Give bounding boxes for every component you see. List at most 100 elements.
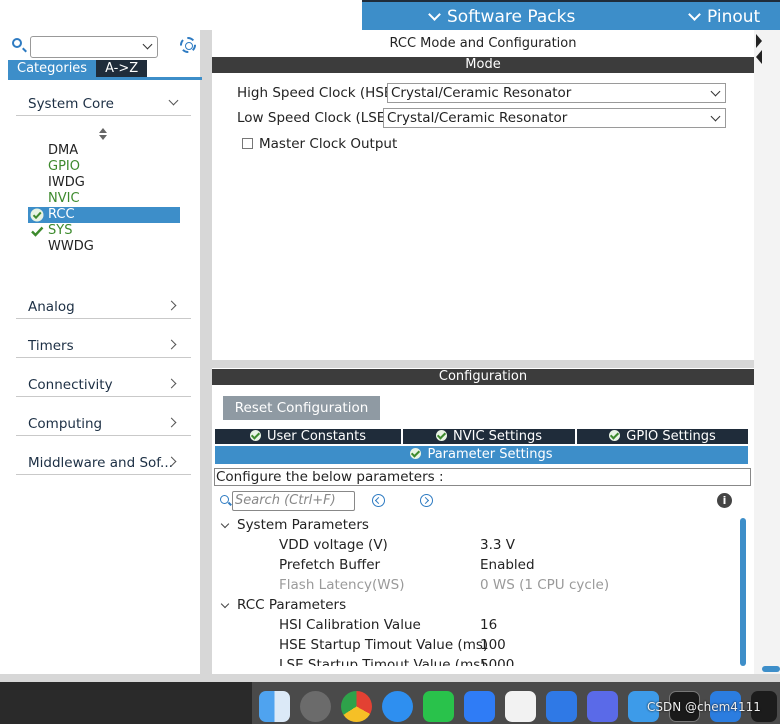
tab-parameter-settings[interactable]: Parameter Settings [215,446,748,464]
category-tabs: Categories A->Z [8,60,148,77]
tab-user-constants[interactable]: User Constants [215,429,401,444]
lse-select[interactable]: Crystal/Ceramic Resonator [383,108,726,128]
top-nav-band: Software Packs Pinout [362,0,780,30]
finder-icon[interactable] [259,691,290,722]
group-rcc-parameters[interactable]: RCC Parameters [237,597,346,613]
panel-title: RCC Mode and Configuration [389,36,577,51]
category-timers[interactable]: Timers [16,336,191,358]
master-clock-output-label: Master Clock Output [259,136,398,152]
chevron-right-icon [166,378,177,389]
feishu-icon[interactable] [464,691,495,722]
category-search-combo[interactable] [30,36,158,58]
param-name: HSI Calibration Value [279,617,421,633]
chevron-down-icon [168,95,179,106]
watermark: CSDN @chem4111 [647,700,761,714]
chevron-right-icon [166,300,177,311]
top-bar: Software Packs Pinout [0,0,780,30]
category-label: Timers [28,338,74,354]
param-value[interactable]: 5000 [480,657,514,666]
peripheral-rcc[interactable]: RCC [28,207,180,223]
search-icon [220,495,229,504]
pinout-label: Pinout [707,7,761,27]
collapse-left-icon[interactable] [756,50,762,64]
peripheral-iwdg[interactable]: IWDG [28,175,180,191]
param-value[interactable]: Enabled [480,557,535,573]
hse-label: High Speed Clock (HSE) [237,85,398,101]
tab-label: GPIO Settings [626,429,716,444]
launchpad-icon[interactable] [300,691,331,722]
chrome-icon[interactable] [341,691,372,722]
tab-a-to-z[interactable]: A->Z [96,60,148,77]
horizontal-scrollbar[interactable] [762,666,780,672]
chevron-right-icon [166,417,177,428]
check-icon [31,226,44,237]
tab-nvic-settings[interactable]: NVIC Settings [403,429,575,444]
parameter-search-input[interactable]: Search (Ctrl+F) [232,491,355,511]
peripheral-nvic[interactable]: NVIC [28,191,180,207]
sort-icon[interactable] [98,128,108,140]
wechat-icon[interactable] [423,691,454,722]
mode-section-header: Mode [212,57,754,73]
next-match-icon[interactable] [420,494,433,507]
mode-panel: RCC Mode and Configuration Mode High Spe… [212,30,754,360]
reset-configuration-button[interactable]: Reset Configuration [223,396,380,420]
category-computing[interactable]: Computing [16,414,191,436]
category-middleware[interactable]: Middleware and Sof... [16,453,191,475]
peripheral-gpio[interactable]: GPIO [28,159,180,175]
tab-gpio-settings[interactable]: GPIO Settings [577,429,748,444]
lse-label: Low Speed Clock (LSE) [237,110,391,126]
info-icon[interactable]: i [717,493,732,508]
tab-categories[interactable]: Categories [8,60,97,77]
chevron-down-icon [710,111,721,122]
param-name: LSE Startup Timout Value (ms) [279,657,486,666]
category-connectivity[interactable]: Connectivity [16,375,191,397]
software-packs-menu[interactable]: Software Packs [428,7,576,27]
check-circle-icon [410,448,422,459]
software-packs-label: Software Packs [447,7,576,27]
param-value[interactable]: 3.3 V [480,537,515,553]
hse-value: Crystal/Ceramic Resonator [391,85,572,101]
check-circle-icon [436,430,447,441]
tab-label: User Constants [267,429,366,444]
configure-parameters-caption: Configure the below parameters : [214,468,751,486]
param-value[interactable]: 100 [480,637,506,653]
peripheral-sys[interactable]: SYS [28,223,180,239]
group-system-parameters[interactable]: System Parameters [237,517,369,533]
chevron-down-icon [710,86,721,97]
collapse-right-icon[interactable] [756,34,762,48]
safari-icon[interactable] [382,691,413,722]
category-analog[interactable]: Analog [16,297,191,319]
hse-select[interactable]: Crystal/Ceramic Resonator [387,83,726,103]
chevron-down-icon[interactable] [220,599,230,609]
param-name: HSE Startup Timout Value (ms) [279,637,489,653]
chevron-down-icon [428,7,441,21]
peripheral-wwdg[interactable]: WWDG [28,239,180,255]
tab-underline [8,77,202,80]
categories-panel: Categories A->Z System Core DMA GPIO IWD… [0,30,206,674]
configuration-header: Configuration [212,369,754,385]
chevron-down-icon[interactable] [220,519,230,529]
qq-icon[interactable] [505,691,536,722]
notes-icon[interactable] [587,691,618,722]
param-value[interactable]: 16 [480,617,497,633]
check-circle-icon [250,430,261,441]
param-name: VDD voltage (V) [279,537,388,553]
peripheral-label: GPIO [48,159,80,174]
peripheral-dma[interactable]: DMA [28,143,180,159]
param-name: Prefetch Buffer [279,557,381,573]
tab-label: NVIC Settings [453,429,542,444]
vertical-scrollbar[interactable] [740,518,746,666]
search-icon [12,38,22,48]
lanhu-icon[interactable] [546,691,577,722]
previous-match-icon[interactable] [372,494,385,507]
category-label: Connectivity [28,377,113,393]
lse-value: Crystal/Ceramic Resonator [387,110,568,126]
pinout-menu[interactable]: Pinout [688,7,761,27]
category-label: Computing [28,416,103,432]
master-clock-output-checkbox[interactable] [242,138,253,149]
peripheral-label: NVIC [48,191,80,206]
gear-icon[interactable] [180,37,196,53]
category-system-core[interactable]: System Core [16,94,191,116]
peripheral-label: WWDG [48,239,94,254]
peripheral-label: RCC [48,207,75,222]
